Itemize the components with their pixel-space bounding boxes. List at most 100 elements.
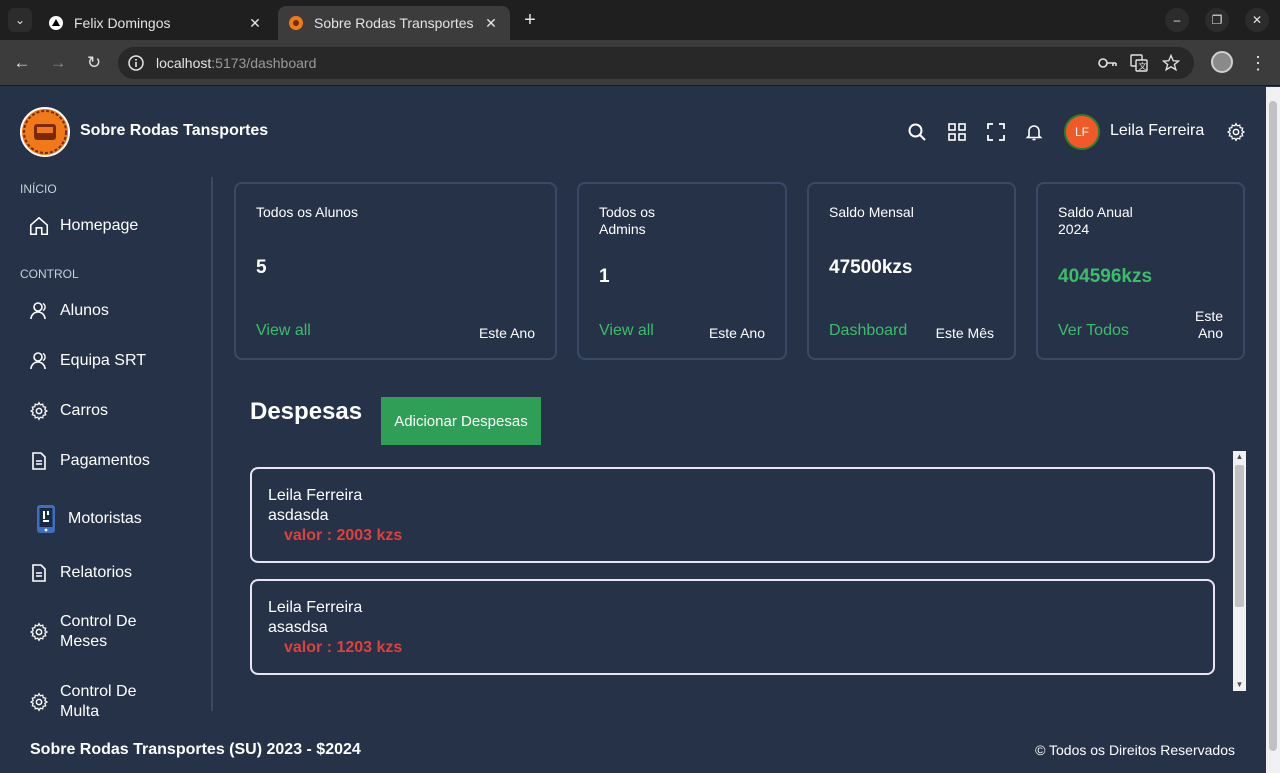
despesas-list: Leila Ferreira asdasda valor : 2003 kzs …	[248, 451, 1246, 691]
view-all-link[interactable]: View all	[599, 322, 654, 340]
home-icon	[28, 215, 50, 237]
tab-favicon-icon	[288, 15, 304, 31]
card-value: 1	[599, 266, 610, 287]
site-info-icon[interactable]	[124, 51, 148, 75]
fullscreen-icon[interactable]	[985, 121, 1007, 143]
restore-window-icon[interactable]: ❐	[1205, 8, 1229, 32]
browser-menu-icon[interactable]: ⋮	[1248, 51, 1268, 75]
forward-button[interactable]: →	[46, 51, 70, 75]
minimize-window-icon[interactable]: –	[1165, 8, 1189, 32]
close-window-icon[interactable]: ✕	[1245, 8, 1269, 32]
user-icon	[28, 300, 50, 322]
page-scrollbar[interactable]	[1266, 87, 1280, 773]
despesa-value: valor : 1203 kzs	[284, 639, 403, 656]
document-icon	[28, 562, 50, 584]
sidebar-item-label: Carros	[60, 402, 109, 419]
browser-tab-2[interactable]: Sobre Rodas Transportes ✕	[278, 6, 510, 40]
despesa-name: Leila Ferreira	[268, 487, 363, 504]
sidebar-item-motoristas[interactable]: Motoristas	[34, 503, 142, 535]
brand-name: Sobre Rodas Tansportes	[80, 122, 269, 139]
back-button[interactable]: ←	[10, 51, 34, 75]
list-scrollbar[interactable]: ▲ ▼	[1233, 451, 1246, 691]
profile-avatar[interactable]	[1211, 51, 1233, 73]
ver-todos-link[interactable]: Ver Todos	[1058, 322, 1129, 340]
sidebar-item-label: Equipa SRT	[60, 352, 146, 369]
apps-grid-icon[interactable]	[946, 121, 968, 143]
sidebar-item-label: Motoristas	[68, 510, 142, 527]
phone-icon	[34, 503, 58, 535]
bookmark-star-icon[interactable]	[1159, 51, 1183, 75]
company-logo	[20, 107, 70, 157]
sidebar-item-label: Control De Meses	[60, 613, 137, 650]
browser-toolbar: ← → ↻ localhost:5173/dashboard 文 ⋮	[0, 40, 1280, 86]
password-key-icon[interactable]	[1096, 51, 1120, 75]
gear-icon	[28, 691, 50, 713]
sidebar-item-label: Relatorios	[60, 564, 133, 581]
sidebar-section-control: CONTROL	[20, 267, 79, 281]
tab-title: Felix Domingos	[74, 15, 171, 31]
despesa-description: asdasda	[268, 507, 329, 524]
dashboard-link[interactable]: Dashboard	[829, 322, 907, 340]
card-value: 404596kzs	[1058, 266, 1153, 287]
sidebar-item-label: Control De Multa	[60, 683, 137, 720]
footer-copyright: Sobre Rodas Transportes (SU) 2023 - $202…	[30, 741, 361, 758]
sidebar-item-control-de-multa[interactable]: Control De Multa	[28, 682, 136, 722]
new-tab-button[interactable]: +	[518, 8, 542, 32]
browser-tab-strip: ⌄ Felix Domingos ✕ Sobre Rodas Transport…	[0, 0, 1280, 40]
gear-icon	[28, 400, 50, 422]
sidebar: INÍCIO Homepage CONTROL Alunos Equipa SR…	[0, 177, 213, 720]
sidebar-section-inicio: INÍCIO	[20, 182, 57, 196]
scroll-up-arrow-icon[interactable]: ▲	[1233, 451, 1246, 463]
reload-button[interactable]: ↻	[82, 51, 106, 75]
sidebar-item-alunos[interactable]: Alunos	[28, 300, 109, 322]
browser-tab-1[interactable]: Felix Domingos ✕	[38, 6, 274, 40]
dashboard-page: Sobre Rodas Tansportes LF Leila Ferreira…	[0, 87, 1266, 773]
notification-bell-icon[interactable]	[1023, 121, 1045, 143]
sidebar-item-homepage[interactable]: Homepage	[28, 215, 138, 237]
despesa-item[interactable]: Leila Ferreira asdasda valor : 2003 kzs	[250, 467, 1215, 563]
settings-gear-icon[interactable]	[1225, 121, 1247, 143]
sidebar-item-label: Alunos	[60, 302, 109, 319]
sidebar-item-relatorios[interactable]: Relatorios	[28, 562, 132, 584]
sidebar-item-control-de-meses[interactable]: Control De Meses	[28, 612, 136, 652]
card-todos-alunos: Todos os Alunos 5 View all Este Ano	[234, 182, 557, 360]
user-icon	[28, 350, 50, 372]
sidebar-item-label: Homepage	[60, 217, 139, 234]
sidebar-item-pagamentos[interactable]: Pagamentos	[28, 450, 150, 472]
document-icon	[28, 450, 50, 472]
view-all-link[interactable]: View all	[256, 322, 311, 340]
footer-rights: © Todos os Direitos Reservados	[1035, 742, 1235, 758]
despesa-description: asasdsa	[268, 619, 328, 636]
gear-icon	[28, 621, 50, 643]
card-label: Todos os Alunos	[256, 204, 358, 220]
search-icon[interactable]	[906, 121, 928, 143]
sidebar-item-label: Pagamentos	[60, 452, 150, 469]
despesa-item[interactable]: Leila Ferreira asasdsa valor : 1203 kzs	[250, 579, 1215, 675]
sidebar-item-equipa-srt[interactable]: Equipa SRT	[28, 350, 146, 372]
card-value: 47500kzs	[829, 257, 913, 278]
close-tab-icon[interactable]: ✕	[246, 15, 264, 32]
page-scrollbar-thumb[interactable]	[1269, 101, 1277, 751]
card-value: 5	[256, 257, 267, 278]
user-avatar[interactable]: LF	[1064, 114, 1100, 150]
card-label: Saldo Anual 2024	[1058, 204, 1133, 237]
card-todos-admins: Todos os Admins 1 View all Este Ano	[577, 182, 787, 360]
svg-text:文: 文	[1139, 61, 1147, 71]
card-saldo-mensal: Saldo Mensal 47500kzs Dashboard Este Mês	[807, 182, 1016, 360]
scroll-down-arrow-icon[interactable]: ▼	[1233, 679, 1246, 691]
translate-icon[interactable]: 文	[1127, 51, 1151, 75]
user-name[interactable]: Leila Ferreira	[1110, 122, 1204, 140]
sidebar-item-carros[interactable]: Carros	[28, 400, 108, 422]
list-scrollbar-thumb[interactable]	[1235, 465, 1244, 607]
address-bar[interactable]: localhost:5173/dashboard 文	[118, 47, 1194, 79]
card-period: Este Ano	[708, 325, 765, 341]
tab-title: Sobre Rodas Transportes	[314, 15, 474, 31]
close-tab-icon[interactable]: ✕	[482, 15, 500, 32]
card-period: Este Ano	[1194, 308, 1223, 341]
card-period: Este Ano	[478, 325, 535, 341]
add-despesas-button[interactable]: Adicionar Despesas	[381, 397, 541, 445]
card-label: Saldo Mensal	[829, 204, 914, 220]
tab-search-dropdown[interactable]: ⌄	[8, 8, 32, 32]
url-text: localhost:5173/dashboard	[156, 55, 317, 71]
card-saldo-anual: Saldo Anual 2024 404596kzs Ver Todos Est…	[1036, 182, 1245, 360]
